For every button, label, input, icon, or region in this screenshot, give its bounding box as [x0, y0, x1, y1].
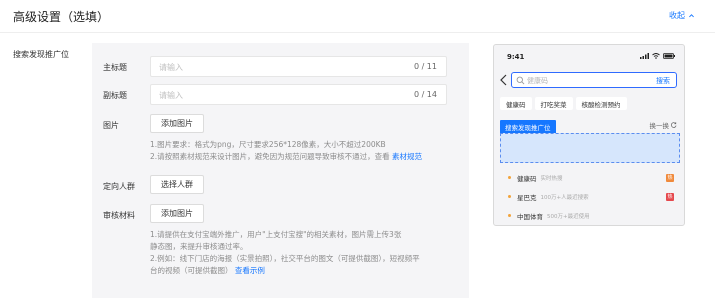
list-item-sub: 实时热搜 [540, 175, 563, 182]
image-hint-2-text: 2.请按照素材规范来设计图片，避免因为规范问题导致审核不通过，查看 [150, 152, 390, 161]
image-hint-2: 2.请按照素材规范来设计图片，避免因为规范问题导致审核不通过，查看 素材规范 [150, 151, 422, 163]
review-hint-2b-text: 台的视频（可提供截图） [150, 266, 233, 275]
review-label: 审核材料 [103, 211, 135, 220]
phone-preview: 9:41 健康码 搜索 健康码 打吃奖菜 核酸检测预约 搜索发现推广位 换一换 … [493, 44, 685, 226]
sub-title-label: 副标题 [103, 91, 127, 100]
status-bar: 9:41 [494, 45, 684, 65]
signal-icon [640, 53, 649, 59]
main-title-input[interactable]: 请输入 0 / 11 [150, 56, 447, 77]
chevron-up-icon [689, 14, 694, 18]
main-title-label: 主标题 [103, 63, 127, 72]
review-hint-2b: 台的视频（可提供截图） 查看示例 [150, 265, 265, 277]
section-label: 搜索发现推广位 [13, 50, 69, 59]
main-title-placeholder: 请输入 [159, 63, 183, 72]
sub-title-placeholder: 请输入 [159, 91, 183, 100]
phone-search-button[interactable]: 搜索 [656, 76, 670, 86]
review-hint-2a: 2.例如：线下门店的海报（实景拍照），社交平台的图文（可提供截图），短视频平 [150, 254, 420, 263]
ad-slot-placeholder [500, 133, 680, 163]
phone-nav: 健康码 搜索 [494, 70, 684, 90]
refresh-label: 换一换 [649, 122, 670, 130]
review-hint-1b: 静态图，来提升审核通过率。 [150, 242, 248, 251]
hot-chips: 健康码 打吃奖菜 核酸检测预约 [500, 97, 627, 110]
back-arrow-icon[interactable] [499, 74, 508, 86]
bullet-dot [508, 176, 511, 179]
list-item-title: 健康码 [517, 174, 537, 183]
main-title-counter: 0 / 11 [413, 62, 437, 71]
hot-badge-icon: 热 [666, 173, 674, 182]
list-item-sub: 100万+人最近搜索 [540, 194, 589, 201]
list-item[interactable]: 健康码 实时热搜 热 [500, 170, 680, 185]
collapse-label: 收起 [669, 11, 685, 20]
phone-search-box[interactable]: 健康码 搜索 [511, 72, 677, 88]
audience-label: 定向人群 [103, 182, 135, 191]
search-icon [516, 76, 525, 85]
status-time: 9:41 [507, 53, 525, 61]
add-image-button[interactable]: 添加图片 [150, 114, 204, 133]
ad-slot-tag: 搜索发现推广位 [500, 120, 556, 133]
image-hint-1: 1.图片要求：格式为png，尺寸要求256*128像素，大小不超过200KB [150, 140, 386, 149]
list-item-title: 中国体育 [517, 212, 543, 221]
wifi-icon [652, 53, 660, 59]
status-icons [640, 53, 675, 59]
page-title: 高级设置（选填） [13, 10, 110, 24]
sub-title-counter: 0 / 14 [413, 90, 437, 99]
add-review-image-button[interactable]: 添加图片 [150, 204, 204, 223]
list-item-sub: 500万+最近使用 [547, 213, 590, 220]
header-divider [0, 32, 715, 33]
battery-icon [663, 53, 675, 59]
material-spec-link[interactable]: 素材规范 [392, 152, 422, 161]
refresh-button[interactable]: 换一换 [650, 120, 678, 130]
bullet-dot [508, 214, 511, 217]
chip[interactable]: 核酸检测预约 [575, 97, 627, 110]
image-label: 图片 [103, 121, 119, 130]
list-item[interactable]: 星巴克 100万+人最近搜索 热 [500, 189, 680, 204]
select-audience-button[interactable]: 选择人群 [150, 175, 204, 194]
form-panel: 主标题 请输入 0 / 11 副标题 请输入 0 / 14 图片 添加图片 1.… [92, 43, 469, 298]
view-example-link[interactable]: 查看示例 [235, 266, 265, 275]
bullet-dot [508, 195, 511, 198]
collapse-button[interactable]: 收起 [669, 10, 695, 21]
section-header: 高级设置（选填） 收起 [0, 0, 715, 32]
list-item[interactable]: 中国体育 500万+最近使用 [500, 208, 680, 223]
hot-badge-icon: 热 [666, 192, 674, 201]
sub-title-input[interactable]: 请输入 0 / 14 [150, 84, 447, 105]
list-item-title: 星巴克 [517, 193, 537, 202]
review-hint-1a: 1.请提供在支付宝端外推广，用户"上支付宝搜"的相关素材，图片需上传3张 [150, 230, 402, 239]
chip[interactable]: 打吃奖菜 [534, 97, 573, 110]
chip[interactable]: 健康码 [500, 97, 532, 110]
refresh-icon [671, 122, 677, 128]
phone-search-placeholder: 健康码 [527, 77, 548, 85]
